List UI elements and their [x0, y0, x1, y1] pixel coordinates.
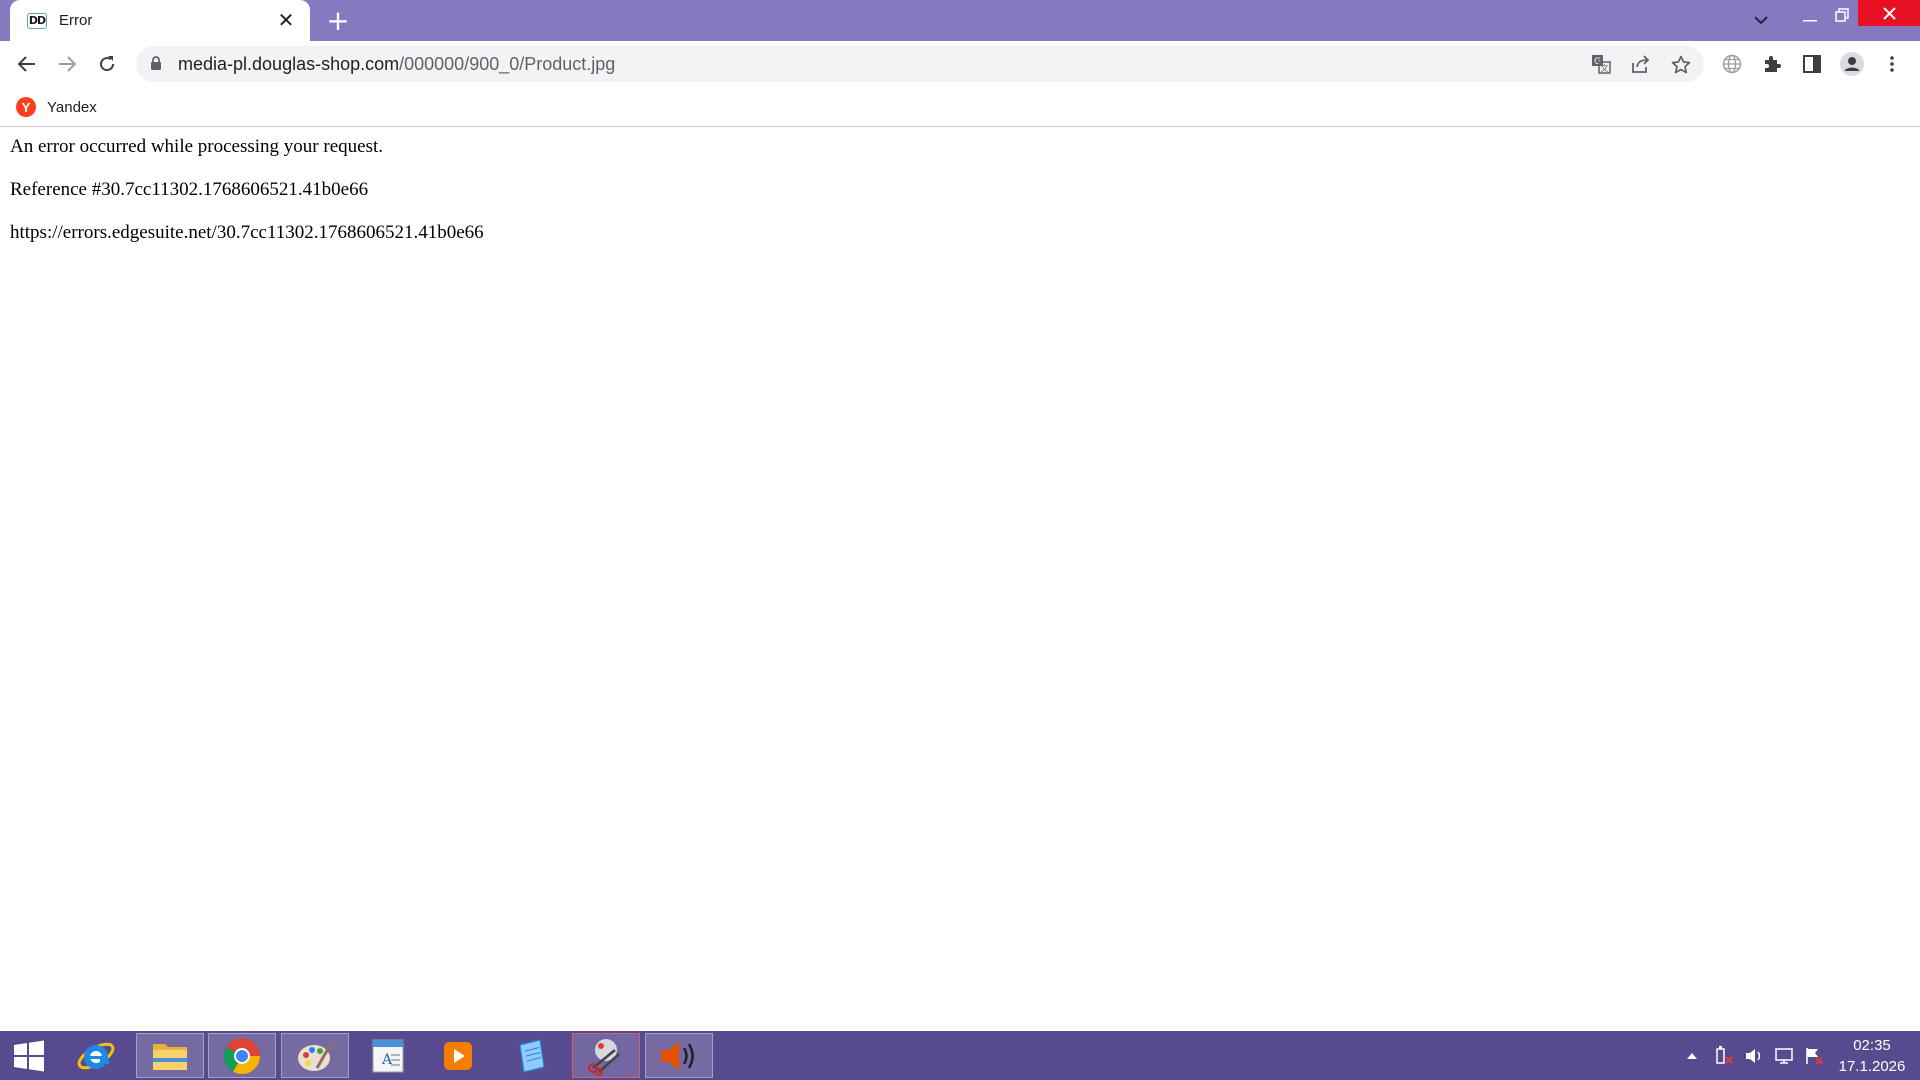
douglas-favicon-icon: DD	[27, 12, 47, 29]
forward-arrow-icon[interactable]	[51, 48, 83, 80]
reload-icon[interactable]	[91, 48, 123, 80]
internet-explorer-icon[interactable]	[62, 1033, 130, 1078]
close-icon[interactable]: ✕	[276, 11, 296, 31]
file-explorer-icon[interactable]	[136, 1033, 204, 1078]
star-icon[interactable]	[1665, 48, 1697, 80]
more-menu-icon[interactable]	[1876, 48, 1908, 80]
lock-icon[interactable]	[150, 56, 162, 76]
restore-icon[interactable]	[1826, 0, 1858, 35]
windows-taskbar: A	[0, 1031, 1920, 1080]
side-panel-icon[interactable]	[1796, 48, 1828, 80]
snipping-tool-icon[interactable]	[572, 1033, 640, 1078]
windows-start-icon[interactable]	[0, 1033, 58, 1078]
action-center-flag-icon[interactable]	[1802, 1031, 1826, 1080]
translate-icon[interactable]: G文	[1585, 48, 1617, 80]
error-url: https://errors.edgesuite.net/30.7cc11302…	[10, 222, 484, 243]
tab-search-chevron-down-icon[interactable]	[1746, 0, 1776, 41]
address-bar[interactable]: media-pl.douglas-shop.com/000000/900_0/P…	[136, 46, 1704, 82]
network-icon[interactable]	[1772, 1031, 1796, 1080]
yandex-icon: Y	[16, 97, 36, 117]
address-book-icon[interactable]: A	[354, 1033, 422, 1078]
extensions-icon[interactable]	[1756, 48, 1788, 80]
minimize-icon[interactable]	[1792, 0, 1828, 41]
page-content: An error occurred while processing your …	[10, 135, 1910, 264]
share-icon[interactable]	[1625, 48, 1657, 80]
notepad-icon[interactable]	[497, 1033, 565, 1078]
chrome-icon[interactable]	[208, 1033, 276, 1078]
clock-time: 02:35	[1853, 1037, 1891, 1054]
url-path: /000000/900_0/Product.jpg	[399, 54, 616, 74]
globe-icon[interactable]	[1716, 48, 1748, 80]
new-tab-button[interactable]: +	[323, 6, 353, 36]
url-host: media-pl.douglas-shop.com	[178, 54, 400, 74]
error-reference: Reference #30.7cc11302.1768606521.41b0e6…	[10, 179, 369, 200]
back-arrow-icon[interactable]	[11, 48, 43, 80]
system-clock[interactable]: 02:35 17.1.2026	[1830, 1035, 1914, 1077]
media-player-icon[interactable]	[424, 1033, 492, 1078]
bookmarks-bar: Y Yandex	[0, 87, 1920, 127]
paint-icon[interactable]	[281, 1033, 349, 1078]
tab-title: Error	[59, 12, 93, 29]
sound-icon[interactable]	[645, 1033, 713, 1078]
tab-error[interactable]: DD Error ✕	[10, 0, 310, 41]
profile-icon[interactable]	[1836, 48, 1868, 80]
browser-toolbar: media-pl.douglas-shop.com/000000/900_0/P…	[0, 41, 1920, 87]
bookmark-yandex[interactable]: Y Yandex	[16, 95, 97, 119]
bookmark-label: Yandex	[47, 98, 97, 116]
volume-icon[interactable]	[1742, 1031, 1766, 1080]
clock-date: 17.1.2026	[1838, 1058, 1906, 1075]
close-window-button[interactable]	[1858, 0, 1920, 26]
show-hidden-icons-arrow[interactable]	[1684, 1031, 1700, 1080]
error-message: An error occurred while processing your …	[10, 136, 384, 157]
svg-text:文: 文	[1601, 63, 1609, 73]
url-text[interactable]: media-pl.douglas-shop.com/000000/900_0/P…	[178, 46, 615, 82]
power-icon[interactable]	[1712, 1031, 1736, 1080]
tab-strip: DD Error ✕ +	[0, 0, 1920, 41]
